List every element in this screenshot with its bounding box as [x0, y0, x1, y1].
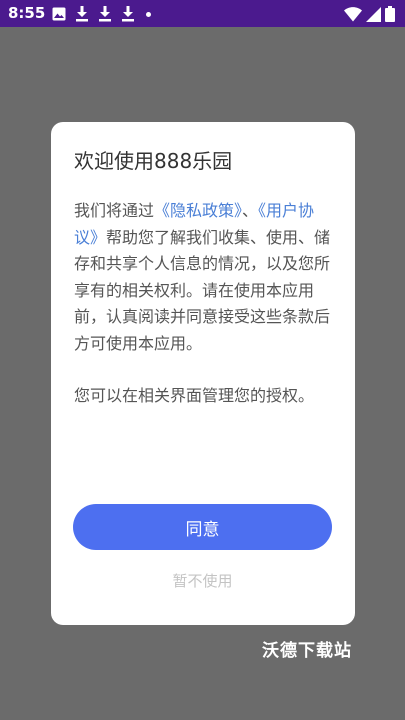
permission-paragraph: 您可以在相关界面管理您的授权。 [74, 386, 315, 405]
download-icon [75, 6, 89, 22]
image-icon [52, 7, 66, 21]
privacy-policy-link[interactable]: 《隐私政策》 [154, 201, 242, 220]
agree-button[interactable]: 同意 [73, 504, 332, 550]
download-icon [121, 6, 135, 22]
separator: 、 [242, 201, 259, 220]
status-bar: 8:55 [0, 0, 405, 27]
body-text: 帮助您了解我们收集、使用、储存和共享个人信息的情况，以及您所享有的相关权利。请在… [74, 227, 331, 353]
dot-icon [146, 11, 151, 17]
status-time: 8:55 [8, 4, 46, 22]
notification-icons [52, 5, 151, 23]
download-icon [98, 6, 112, 22]
signal-icon [366, 6, 381, 22]
system-icons [344, 5, 395, 23]
wifi-icon [344, 6, 362, 22]
dialog-paragraph: 我们将通过《隐私政策》、《用户协议》帮助您了解我们收集、使用、储存和共享个人信息… [74, 198, 332, 357]
decline-button[interactable]: 暂不使用 [73, 568, 332, 592]
watermark: 沃德下载站 [262, 641, 352, 661]
privacy-dialog: 欢迎使用888乐园 我们将通过《隐私政策》、《用户协议》帮助您了解我们收集、使用… [51, 122, 355, 625]
dialog-title: 欢迎使用888乐园 [74, 149, 233, 173]
dialog-body: 我们将通过《隐私政策》、《用户协议》帮助您了解我们收集、使用、储存和共享个人信息… [74, 198, 332, 410]
battery-icon [385, 6, 395, 22]
body-text: 我们将通过 [74, 201, 155, 220]
